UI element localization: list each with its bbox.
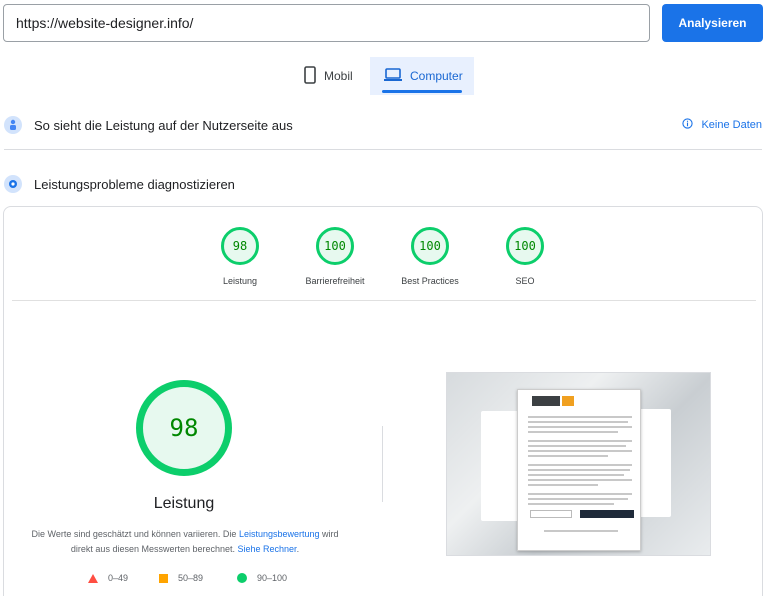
no-data-label: Keine Daten	[701, 119, 762, 131]
thumbnail-text-line	[528, 431, 618, 433]
tab-desktop-label: Computer	[410, 69, 463, 83]
performance-score-link[interactable]: Leistungsbewertung	[239, 529, 320, 539]
thumbnail-text-line	[528, 450, 632, 452]
analyze-button[interactable]: Analysieren	[662, 4, 763, 42]
page-screenshot-thumbnail[interactable]	[446, 372, 711, 556]
thumbnail-logo-badge	[562, 396, 574, 406]
laptop-icon	[384, 67, 402, 85]
active-tab-indicator	[382, 90, 462, 93]
phone-icon	[304, 65, 316, 87]
thumbnail-logo	[532, 396, 560, 406]
card-divider	[12, 300, 756, 301]
score-gauge-seo[interactable]: 100 SEO	[477, 227, 573, 286]
thumbnail-text-line	[528, 469, 630, 471]
score-gauge-accessibility[interactable]: 100 Barrierefreiheit	[287, 227, 383, 286]
calculator-link[interactable]: Siehe Rechner	[238, 544, 297, 554]
thumbnail-button	[580, 510, 634, 518]
diagnose-title: Leistungsprobleme diagnostizieren	[34, 176, 235, 192]
legend-item-average: 50–89	[159, 573, 203, 583]
lab-data-icon	[4, 175, 22, 193]
legend-range: 50–89	[178, 573, 204, 583]
score-label: Leistung	[222, 276, 258, 286]
legend-range: 90–100	[257, 573, 288, 583]
desc-text-end: .	[296, 544, 300, 554]
thumbnail-text-line	[544, 530, 618, 532]
section-divider	[4, 149, 762, 150]
legend-item-fail: 0–49	[88, 573, 128, 583]
field-data-header: So sieht die Leistung auf der Nutzerseit…	[0, 110, 768, 140]
score-value: 98	[221, 227, 259, 265]
info-icon	[682, 118, 694, 132]
thumbnail-text-line	[528, 445, 626, 447]
thumbnail-text-line	[528, 474, 624, 476]
thumbnail-text-line	[528, 479, 632, 481]
url-input[interactable]	[3, 4, 650, 42]
performance-gauge: 98	[136, 380, 232, 476]
circle-icon	[237, 573, 247, 583]
score-label: Barrierefreiheit	[305, 276, 365, 286]
thumbnail-text-line	[528, 455, 608, 457]
square-icon	[159, 573, 168, 583]
performance-description: Die Werte sind geschätzt und können vari…	[20, 527, 350, 557]
legend-item-pass: 90–100	[237, 573, 287, 583]
score-value: 100	[316, 227, 354, 265]
score-gauge-performance[interactable]: 98 Leistung	[192, 227, 288, 286]
thumbnail-cookie-dialog	[517, 389, 641, 551]
triangle-icon	[88, 573, 98, 583]
thumbnail-button	[530, 510, 572, 518]
no-data-link[interactable]: Keine Daten	[682, 118, 762, 132]
score-label: Best Practices	[401, 276, 459, 286]
tab-desktop[interactable]: Computer	[370, 57, 474, 95]
vertical-divider	[382, 426, 383, 502]
field-data-title: So sieht die Leistung auf der Nutzerseit…	[34, 117, 293, 133]
thumbnail-text-line	[528, 493, 632, 495]
thumbnail-text-line	[528, 498, 628, 500]
score-value: 100	[506, 227, 544, 265]
thumbnail-text-line	[528, 464, 632, 466]
thumbnail-text-line	[528, 426, 632, 428]
thumbnail-text-line	[528, 440, 632, 442]
thumbnail-text-line	[528, 503, 614, 505]
tab-mobile-label: Mobil	[324, 69, 353, 83]
legend-range: 0–49	[108, 573, 129, 583]
score-gauge-best-practices[interactable]: 100 Best Practices	[382, 227, 478, 286]
desc-text-1: Die Werte sind geschätzt und können vari…	[31, 529, 239, 539]
tab-mobile[interactable]: Mobil	[296, 57, 368, 95]
thumbnail-text-line	[528, 421, 628, 423]
thumbnail-text-line	[528, 416, 632, 418]
diagnose-header: Leistungsprobleme diagnostizieren	[0, 169, 768, 199]
performance-label: Leistung	[153, 495, 215, 512]
score-value: 100	[411, 227, 449, 265]
score-label: SEO	[515, 276, 535, 286]
users-icon	[4, 116, 22, 134]
thumbnail-text-line	[528, 484, 598, 486]
